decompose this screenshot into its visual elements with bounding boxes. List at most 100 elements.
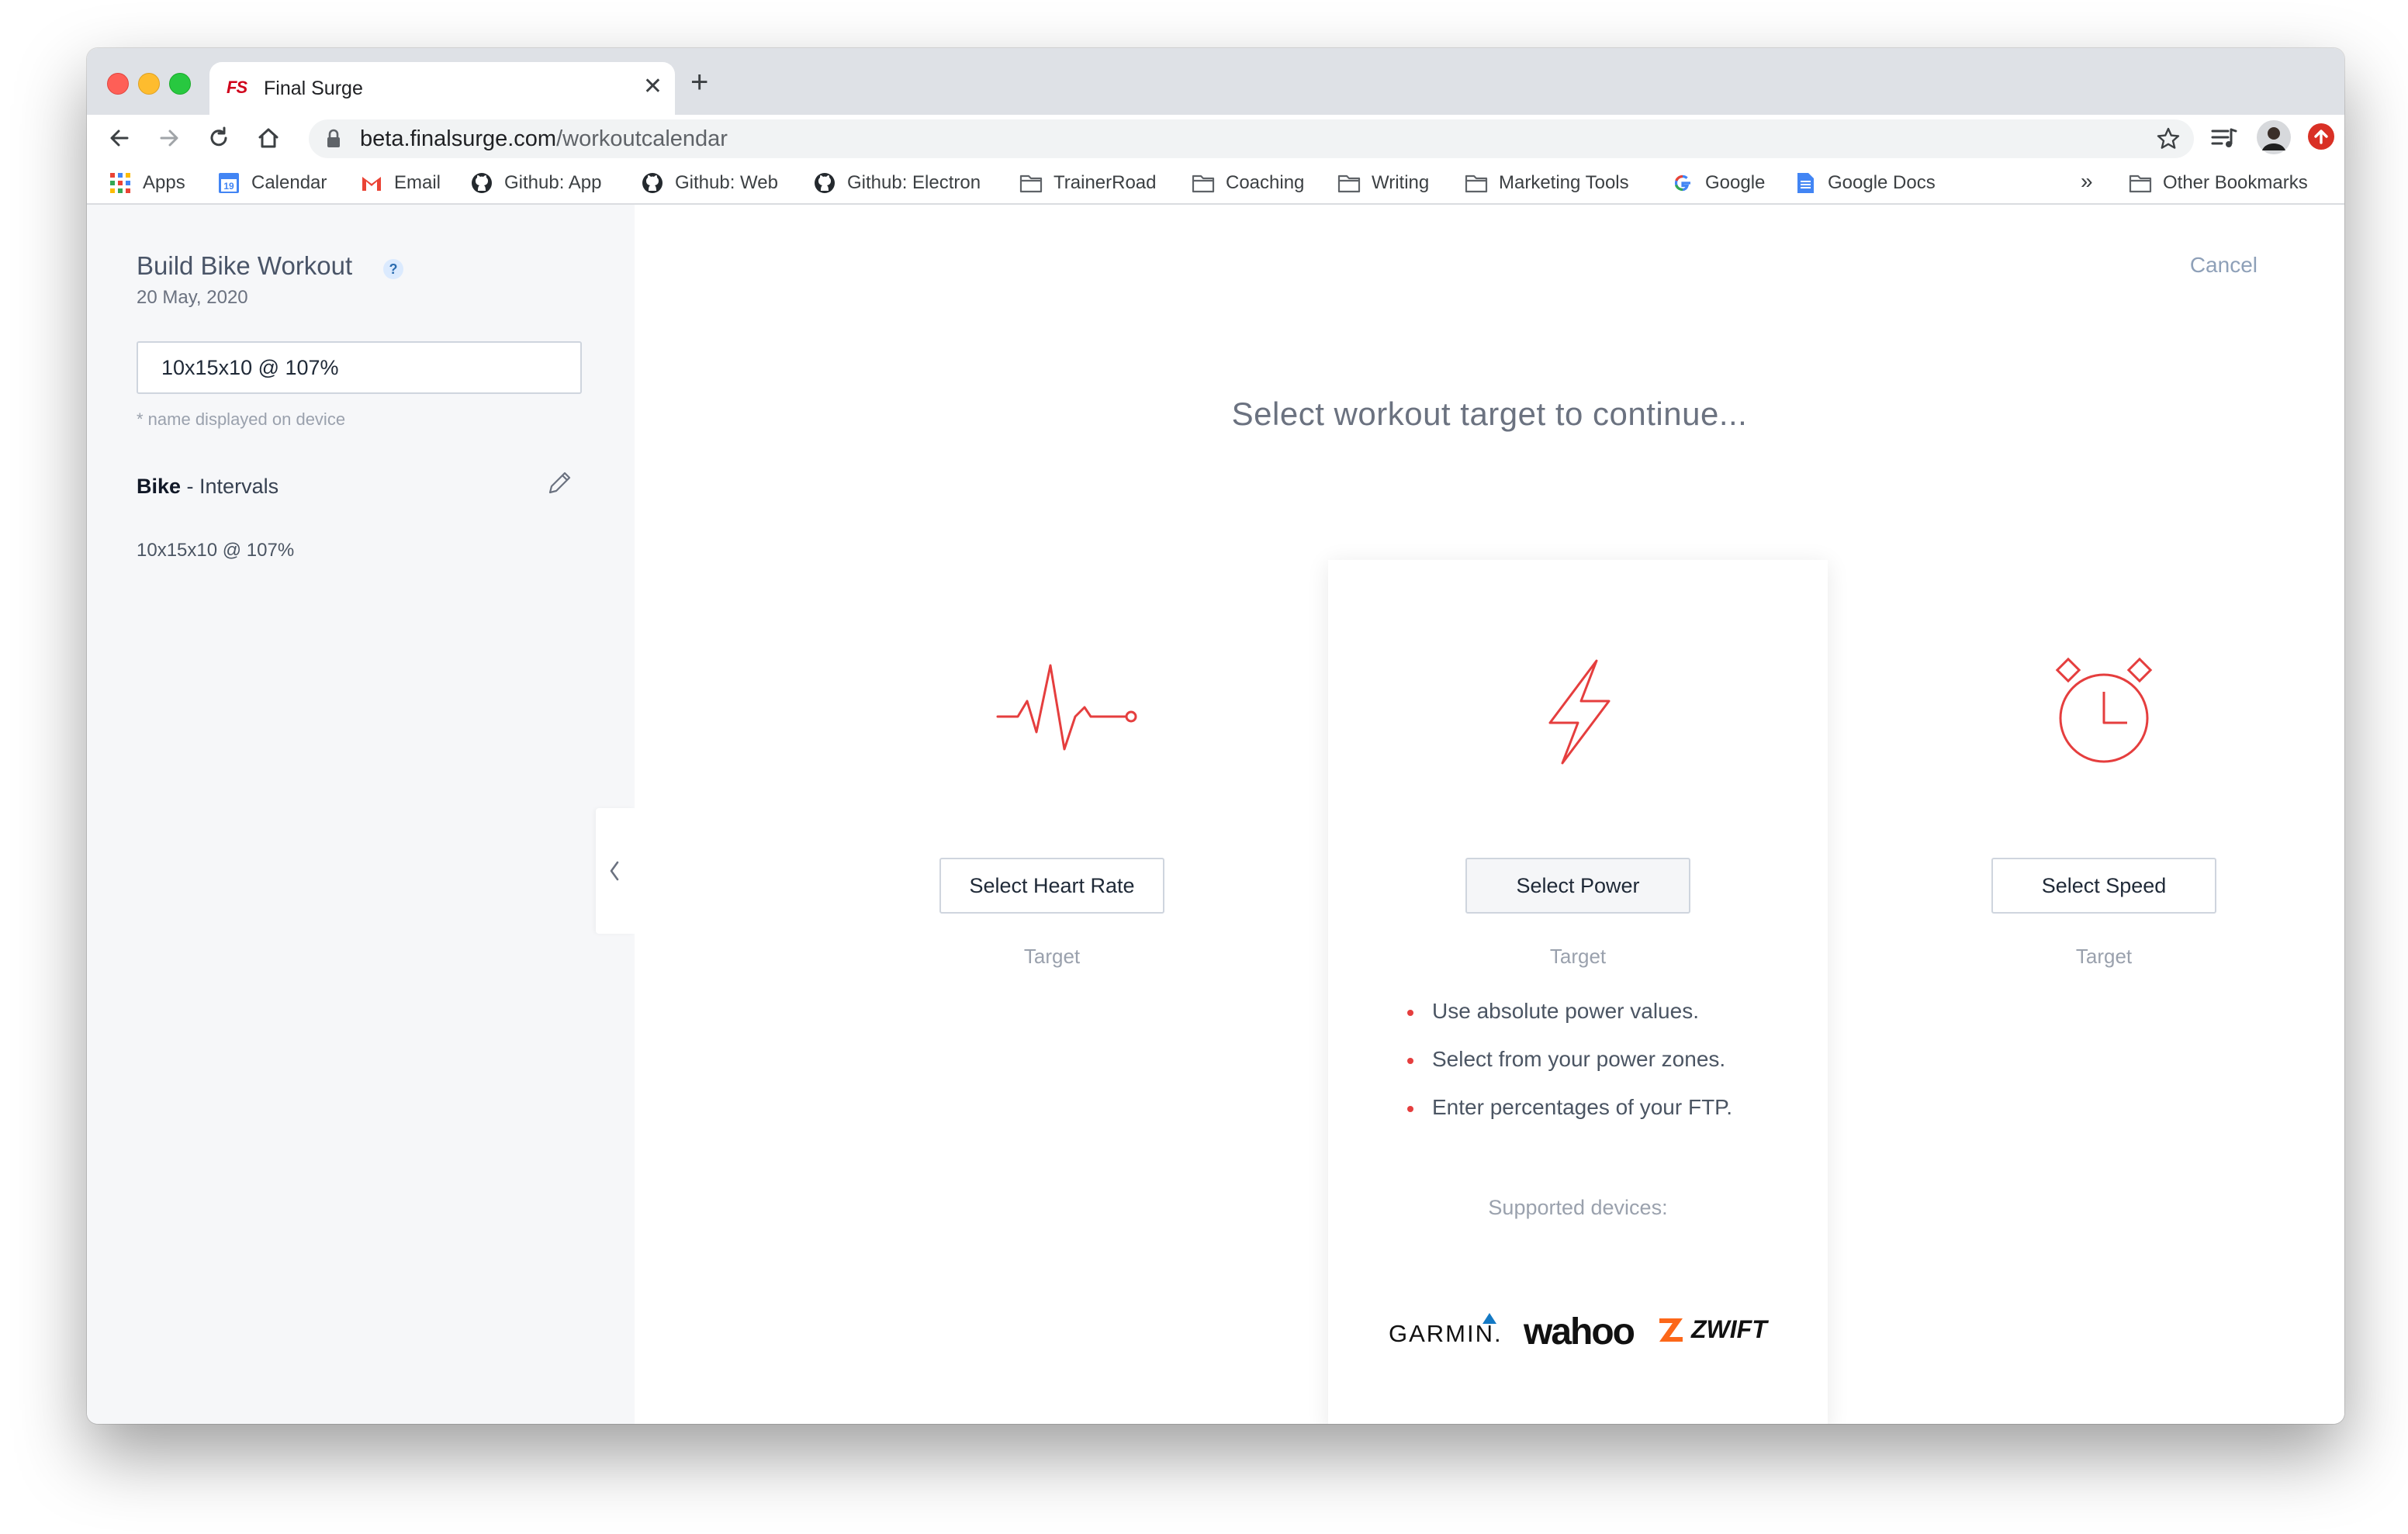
wahoo-logo: wahoo — [1524, 1311, 1635, 1353]
power-target-card: Select Power Target Use absolute power v… — [1328, 560, 1828, 1424]
new-tab-button[interactable]: + — [690, 65, 708, 100]
zwift-wordmark: ZWIFT — [1691, 1315, 1767, 1343]
github-icon — [815, 173, 835, 193]
power-target-label: Target — [1549, 945, 1607, 968]
bookmark-label: Apps — [143, 172, 185, 193]
list-item: Select from your power zones. — [1404, 1047, 1732, 1095]
tab-close-icon[interactable]: ✕ — [643, 73, 663, 100]
bookmark-label: Marketing Tools — [1499, 172, 1629, 193]
collapse-sidebar-button[interactable] — [596, 808, 635, 934]
bookmark-github-web[interactable]: Github: Web — [641, 172, 778, 194]
lightning-bolt-icon — [1548, 659, 1611, 765]
list-item: Use absolute power values. — [1404, 999, 1732, 1047]
page-title: Build Bike Workout — [137, 251, 353, 280]
workout-subtype: - Intervals — [181, 475, 279, 498]
bookmark-label: Coaching — [1226, 172, 1305, 193]
bookmark-label: TrainerRoad — [1054, 172, 1157, 193]
github-icon — [642, 173, 663, 193]
bookmark-calendar[interactable]: 19 Calendar — [217, 172, 327, 194]
bookmark-label: Writing — [1372, 172, 1430, 193]
select-speed-button[interactable]: Select Speed — [1991, 858, 2216, 914]
bookmark-github-electron[interactable]: Github: Electron — [813, 172, 981, 194]
supported-devices-label: Supported devices: — [1488, 1196, 1668, 1219]
select-power-button[interactable]: Select Power — [1465, 858, 1690, 914]
reload-icon[interactable] — [203, 123, 234, 154]
bookmark-apps[interactable]: Apps — [109, 172, 185, 194]
workout-date: 20 May, 2020 — [137, 287, 248, 308]
folder-icon — [1337, 174, 1361, 193]
help-icon[interactable]: ? — [383, 259, 403, 279]
tab-strip: FS Final Surge ✕ + — [87, 48, 2344, 115]
calendar-icon: 19 — [219, 173, 239, 193]
bookmark-google-docs[interactable]: Google Docs — [1794, 172, 1936, 194]
bookmark-label: Github: Web — [675, 172, 778, 193]
bookmark-star-icon[interactable] — [2155, 126, 2181, 152]
workout-type: Bike - Intervals — [137, 475, 279, 499]
target-selection-panel: Cancel Select workout target to continue… — [635, 205, 2344, 1424]
heart-rate-target-card: Select Heart Rate Target — [802, 560, 1302, 1424]
target-heading: Select workout target to continue... — [1231, 396, 1748, 432]
bookmark-other-bookmarks[interactable]: Other Bookmarks — [2129, 172, 2308, 194]
url-host: beta.finalsurge.com — [360, 126, 557, 151]
device-logos: GARMIN. wahoo ZWIFT — [1328, 1311, 1828, 1359]
list-item: Enter percentages of your FTP. — [1404, 1095, 1732, 1143]
url-text[interactable]: beta.finalsurge.com/workoutcalendar — [360, 126, 728, 152]
bookmark-github-app[interactable]: Github: App — [470, 172, 601, 194]
bookmark-writing[interactable]: Writing — [1337, 172, 1429, 194]
bookmark-google[interactable]: Google — [1671, 172, 1765, 194]
bookmark-label: Other Bookmarks — [2163, 172, 2308, 193]
lock-icon[interactable] — [326, 129, 341, 149]
address-bar[interactable]: beta.finalsurge.com/workoutcalendar — [309, 119, 2194, 158]
close-window-button[interactable] — [107, 73, 129, 95]
forward-arrow-icon[interactable] — [154, 123, 185, 154]
bookmark-trainerroad[interactable]: TrainerRoad — [1019, 172, 1157, 194]
workout-builder-sidebar: Build Bike Workout ? 20 May, 2020 * name… — [87, 205, 635, 1424]
apps-grid-icon — [110, 173, 130, 193]
workout-name-hint: * name displayed on device — [137, 409, 346, 429]
garmin-triangle-icon — [1483, 1313, 1496, 1324]
zwift-logo: ZWIFT — [1657, 1315, 1767, 1344]
browser-toolbar: beta.finalsurge.com/workoutcalendar — [87, 115, 2344, 163]
bookmarks-overflow-chevron-icon[interactable]: » — [2081, 169, 2093, 194]
bookmark-coaching[interactable]: Coaching — [1192, 172, 1304, 194]
speed-target-label: Target — [2075, 945, 2133, 968]
home-icon[interactable] — [253, 123, 284, 154]
bookmark-label: Github: App — [504, 172, 602, 193]
cancel-link[interactable]: Cancel — [2190, 253, 2258, 278]
profile-avatar[interactable] — [2256, 119, 2292, 155]
gmail-icon — [362, 177, 381, 191]
browser-tab[interactable]: FS Final Surge ✕ — [209, 62, 675, 115]
maximize-window-button[interactable] — [169, 73, 191, 95]
chevron-left-icon — [610, 861, 619, 881]
zwift-z-icon — [1659, 1318, 1683, 1342]
minimize-window-button[interactable] — [138, 73, 160, 95]
sport-label: Bike — [137, 475, 182, 498]
bookmark-label: Email — [394, 172, 441, 193]
bookmark-label: Google — [1705, 172, 1766, 193]
back-arrow-icon[interactable] — [104, 123, 135, 154]
heart-rate-icon — [996, 664, 1137, 751]
bookmark-marketing-tools[interactable]: Marketing Tools — [1465, 172, 1629, 194]
heart-rate-target-label: Target — [1023, 945, 1081, 968]
media-queue-icon[interactable] — [2208, 123, 2239, 154]
bookmark-email[interactable]: Email — [360, 172, 441, 194]
bookmark-label: Google Docs — [1828, 172, 1936, 193]
select-heart-rate-button[interactable]: Select Heart Rate — [939, 858, 1164, 914]
tab-title: Final Surge — [264, 78, 363, 99]
finalsurge-favicon-icon: FS — [227, 78, 247, 97]
bookmark-label: Calendar — [251, 172, 327, 193]
svg-text:19: 19 — [223, 181, 234, 192]
workout-structure-summary: 10x15x10 @ 107% — [137, 540, 295, 561]
update-icon[interactable] — [2306, 121, 2337, 152]
url-path: /workoutcalendar — [556, 126, 728, 151]
docs-icon — [1797, 173, 1814, 193]
speed-target-card: Select Speed Target — [1854, 560, 2344, 1424]
browser-window: FS Final Surge ✕ + beta.finalsurge.com/w… — [87, 48, 2344, 1424]
google-icon — [1674, 174, 1690, 192]
bookmarks-bar: Apps 19 Calendar Email Github: App Githu… — [87, 163, 2344, 205]
folder-icon — [1465, 174, 1488, 193]
workout-name-input[interactable] — [137, 341, 582, 394]
github-icon — [472, 173, 492, 193]
folder-icon — [2129, 174, 2152, 193]
pencil-edit-icon[interactable] — [545, 468, 574, 498]
